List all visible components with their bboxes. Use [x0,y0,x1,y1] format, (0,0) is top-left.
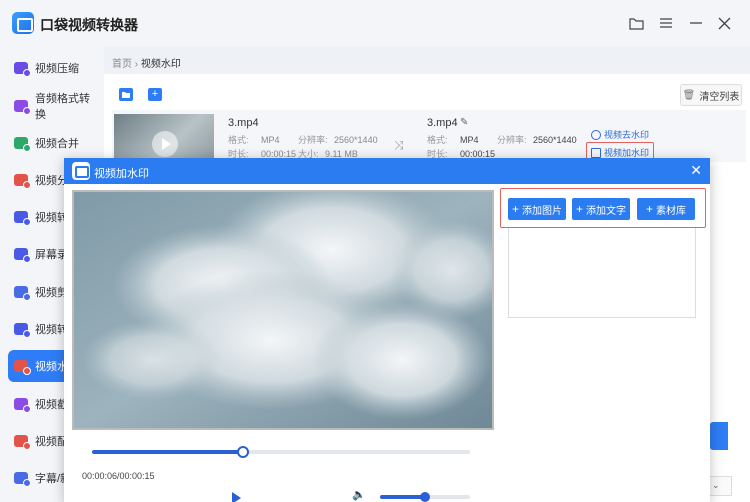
watermark-dialog: 视频加水印 ✕ 00:00:06/00:00:15 🔈 + 添加图片 + 添加文… [64,158,710,502]
folder-icon[interactable] [624,12,648,34]
add-image-button[interactable]: + 添加图片 [508,198,566,220]
plus-icon: + [645,202,653,216]
breadcrumb-separator: › [134,59,139,70]
menu-icon[interactable] [654,12,678,34]
tool-icon [14,472,31,487]
material-library-label: 素材库 [656,205,686,217]
volume-slider[interactable] [380,492,470,502]
convert-arrow-icon: ⤨ [394,138,404,152]
add-image-label: 添加图片 [522,205,562,217]
clear-list-button[interactable]: 🗑 清空列表 [680,84,742,106]
add-file-button[interactable]: + [148,88,162,101]
tool-icon [14,286,31,301]
source-format-label: 格式: [228,135,249,145]
sidebar-item[interactable]: 音频格式转换 [8,90,100,122]
dialog-title: 视频加水印 [94,168,149,180]
tool-icon [14,323,31,338]
minimize-icon[interactable] [684,12,708,34]
add-text-button[interactable]: + 添加文字 [572,198,630,220]
seek-bar[interactable] [92,446,470,458]
output-format-label: 格式: [427,135,448,145]
source-file-name: 3.mp4 [228,117,259,129]
tool-icon [14,360,31,375]
playback-time: 00:00:06/00:00:15 [82,471,155,481]
tool-icon [14,248,31,263]
edit-icon [591,147,601,158]
breadcrumb-home[interactable]: 首页 [112,59,132,70]
tool-icon [14,62,31,77]
sidebar-item[interactable]: 视频压缩 [8,52,100,84]
tool-icon [14,100,31,115]
add-folder-button[interactable] [119,88,133,101]
video-thumbnail[interactable] [114,114,214,162]
tool-icon [14,211,31,226]
output-dropdown-edge[interactable]: ⌄ [708,476,732,496]
plus-icon: + [575,202,583,216]
dialog-header: 视频加水印 ✕ [64,158,710,184]
app-logo [12,12,34,34]
breadcrumb: 首页 › 视频水印 [112,55,181,70]
play-icon[interactable] [152,131,178,157]
breadcrumb-current: 视频水印 [140,59,181,70]
material-library-button[interactable]: + 素材库 [637,198,695,220]
remove-watermark-link[interactable]: 视频去水印 [591,128,649,141]
tool-icon [14,137,31,152]
sidebar-item-label: 视频合并 [35,138,79,150]
app-title: 口袋视频转换器 [40,17,138,33]
cloud-sky-image [72,190,494,430]
tool-icon [14,435,31,450]
video-preview[interactable] [72,190,494,430]
sidebar-item-label: 音频格式转换 [35,93,90,121]
tool-icon [14,398,31,413]
seek-progress [92,450,244,454]
play-circle-icon [591,129,601,140]
play-button[interactable] [232,492,241,502]
output-format: MP4 [460,135,479,145]
trash-icon: 🗑 [682,89,696,101]
volume-icon[interactable]: 🔈 [352,488,366,501]
start-button-edge[interactable] [710,422,728,450]
tool-icon [14,174,31,189]
title-bar: 口袋视频转换器 [0,0,750,46]
output-res-label: 分辨率: [497,135,527,145]
remove-watermark-label: 视频去水印 [604,130,650,140]
sidebar-item-label: 视频压缩 [35,63,79,75]
output-file-name: 3.mp4 [427,117,458,129]
clear-list-label: 清空列表 [699,91,740,103]
close-window-icon[interactable] [712,12,736,34]
volume-level [380,495,425,499]
source-res-label: 分辨率: [298,135,328,145]
watermark-list-panel [508,228,696,318]
dialog-logo [72,162,90,180]
sidebar-item[interactable]: 视频合并 [8,127,100,159]
source-res: 2560*1440 [334,135,378,145]
plus-icon: + [511,202,519,216]
rename-pencil-icon[interactable]: ✎ [460,117,468,128]
seek-handle[interactable] [237,446,250,458]
volume-handle[interactable] [420,492,430,502]
dialog-close-icon[interactable]: ✕ [690,162,702,179]
source-format: MP4 [261,135,280,145]
add-text-label: 添加文字 [586,205,626,217]
output-res: 2560*1440 [533,135,577,145]
